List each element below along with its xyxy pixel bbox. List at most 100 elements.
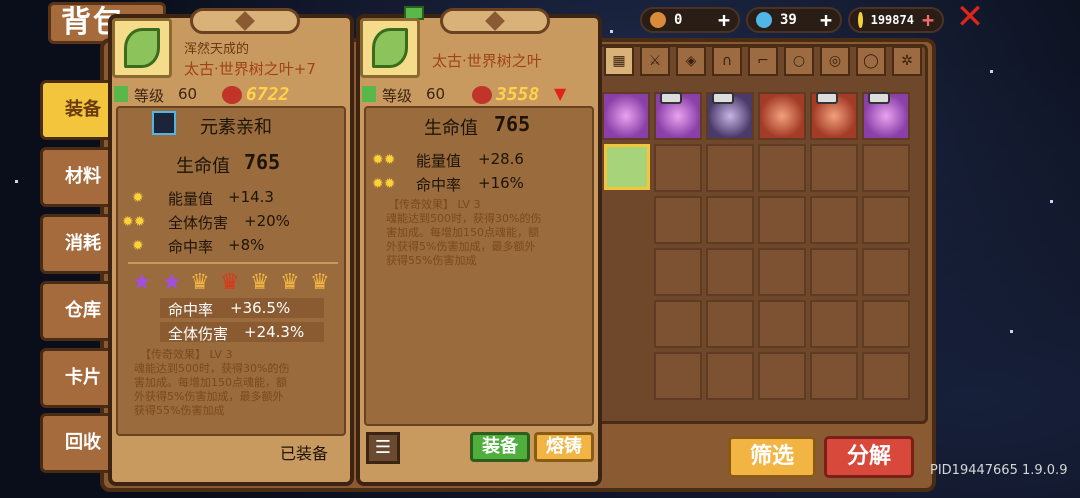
legend-desc-line: 外获得5%伤害加成，最多额外 [386, 240, 536, 253]
category-weapon-tab[interactable]: ⚔ [640, 46, 670, 76]
empty-slot[interactable] [810, 248, 858, 296]
empty-slot[interactable] [758, 196, 806, 244]
empty-slot[interactable] [862, 144, 910, 192]
selected-item-world-tree-leaf[interactable] [604, 144, 650, 190]
category-helmet-tab[interactable]: ∩ [712, 46, 742, 76]
empty-slot[interactable] [758, 352, 806, 400]
gold-counter: 199874 + [848, 7, 944, 33]
empty-slot[interactable] [706, 196, 754, 244]
category-settings-tab[interactable]: ✲ [892, 46, 922, 76]
legend-desc-line: 魂能达到500时，获得30%的伤 [386, 212, 542, 225]
sidebar-item-label: 消耗品 [65, 233, 101, 254]
legend-desc-line: 获得55%伤害加成 [134, 404, 225, 417]
category-boots-tab[interactable]: ⌐ [748, 46, 778, 76]
category-amulet-tab[interactable]: ◯ [856, 46, 886, 76]
add-gold-button[interactable]: + [922, 8, 934, 32]
empty-slot[interactable] [758, 144, 806, 192]
stat-value: +28.6 [478, 150, 524, 168]
item-name: 太古·世界树之叶 [432, 52, 542, 70]
legend-desc-line: 害加成。每增加150点魂能，额 [386, 226, 539, 239]
equip-button[interactable]: 装备 [470, 432, 530, 462]
crown-icon: ♛ [220, 270, 240, 295]
add-bottle-button[interactable]: + [718, 8, 730, 32]
empty-slot[interactable] [654, 248, 702, 296]
empty-slot[interactable] [706, 248, 754, 296]
list-icon[interactable]: ☰ [366, 432, 400, 464]
purple-star-icon: ★ [162, 270, 182, 295]
star-decoration [990, 70, 993, 73]
star-decoration [1010, 330, 1013, 333]
inventory-item[interactable] [602, 92, 650, 140]
legend-desc-line: 外获得5%伤害加成，最多额外 [134, 390, 284, 403]
level-flag-icon [362, 86, 376, 102]
stat-label: 能量值 [416, 152, 462, 170]
legend-title: 【传奇效果】 LV 3 [388, 198, 481, 211]
element-affinity: 元素亲和 [200, 117, 272, 138]
gem-count: 39 [780, 12, 797, 28]
empty-slot[interactable] [810, 196, 858, 244]
inventory-item[interactable] [758, 92, 806, 140]
empty-slot[interactable] [862, 300, 910, 348]
legend-desc-line: 获得55%伤害加成 [386, 254, 477, 267]
legend-desc-line: 害加成。每增加150点魂能，额 [134, 376, 287, 389]
decompose-button[interactable]: 分解 [824, 436, 914, 478]
star-bonus-label: 命中率 [168, 301, 214, 319]
main-stat-label: 生命值 [424, 118, 478, 139]
power-icon [472, 86, 492, 104]
category-ring-tab[interactable]: ○ [784, 46, 814, 76]
empty-slot[interactable] [706, 352, 754, 400]
star-decoration [15, 180, 18, 183]
star-bonus-value: +24.3% [244, 323, 305, 341]
category-all-tab[interactable]: ▦ [604, 46, 634, 76]
star-bonus-label: 全体伤害 [168, 325, 229, 343]
stat-value: +16% [478, 174, 524, 192]
empty-slot[interactable] [862, 248, 910, 296]
crown-icon: ♛ [310, 270, 330, 295]
star-decoration [1050, 200, 1053, 203]
empty-slot[interactable] [706, 300, 754, 348]
stat-label: 能量值 [168, 190, 214, 208]
sidebar-item-label: 装备 [65, 99, 101, 120]
empty-slot[interactable] [862, 352, 910, 400]
bottle-icon [650, 12, 666, 28]
category-armor-tab[interactable]: ◈ [676, 46, 706, 76]
category-necklace-tab[interactable]: ◎ [820, 46, 850, 76]
empty-slot[interactable] [706, 144, 754, 192]
gold-coin-icon [858, 12, 863, 28]
empty-slot[interactable] [810, 300, 858, 348]
equipped-status: 已装备 [280, 444, 329, 463]
power-icon [222, 86, 242, 104]
forge-button[interactable]: 熔铸 [534, 432, 594, 462]
lock-icon [660, 92, 682, 104]
crown-icon: ♛ [250, 270, 270, 295]
add-gem-button[interactable]: + [820, 8, 832, 32]
item-name: 太古·世界树之叶+7 [184, 60, 316, 78]
empty-slot[interactable] [862, 196, 910, 244]
empty-slot[interactable] [654, 300, 702, 348]
divider [128, 262, 338, 264]
star-decoration [610, 30, 613, 33]
empty-slot[interactable] [654, 196, 702, 244]
world-tree-leaf-icon [360, 18, 420, 78]
empty-slot[interactable] [810, 352, 858, 400]
level-flag-icon [114, 86, 128, 102]
gold-count: 199874 [870, 13, 914, 27]
item-prefix: 浑然天成的 [184, 42, 250, 57]
filter-button[interactable]: 筛选 [728, 436, 816, 478]
empty-slot[interactable] [810, 144, 858, 192]
sun-icon: ✹✹ [372, 152, 396, 168]
empty-slot[interactable] [758, 300, 806, 348]
close-icon[interactable]: ✕ [952, 0, 988, 36]
power-decrease-icon: ▼ [554, 84, 567, 103]
empty-slot[interactable] [654, 352, 702, 400]
sun-icon: ✹ [132, 190, 144, 206]
stat-value: +20% [244, 212, 290, 230]
bottle-count: 0 [674, 12, 683, 28]
power-value: 3558 [496, 84, 540, 105]
stat-label: 全体伤害 [168, 214, 229, 232]
crown-icon: ♛ [280, 270, 300, 295]
stat-label: 命中率 [416, 176, 462, 194]
empty-slot[interactable] [758, 248, 806, 296]
empty-slot[interactable] [654, 144, 702, 192]
lock-icon [712, 92, 734, 104]
